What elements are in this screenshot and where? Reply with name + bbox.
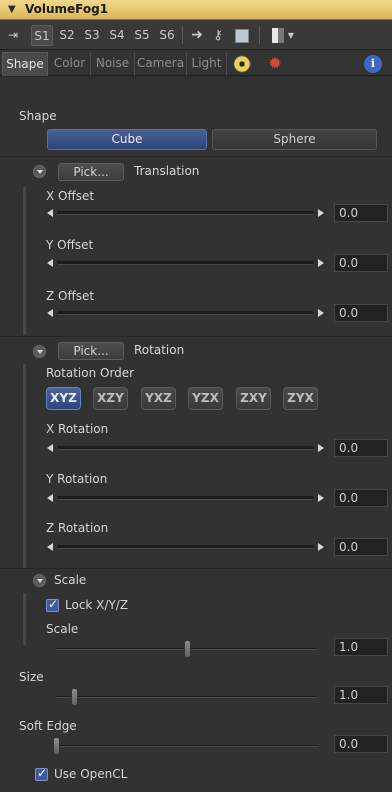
arrow-right-icon[interactable] [318,543,324,551]
size-slider[interactable] [56,688,318,706]
y-rotation-value-field[interactable]: 0.0 [334,489,388,507]
scale-slider[interactable] [56,640,318,658]
rotation-header: Rotation [134,343,185,357]
rotation-order-zxy-button[interactable]: ZXY [236,387,271,410]
tab-light[interactable]: Light [187,52,227,76]
lock-xyz-checkbox[interactable] [46,597,59,612]
slot-s4-button[interactable]: S4 [106,25,128,46]
key-icon[interactable]: ⚷ [208,25,228,46]
y-offset-value-field[interactable]: 0.0 [334,254,388,272]
translation-header: Translation [134,164,200,178]
scale-slider-handle[interactable] [184,640,191,658]
scale-header: Scale [54,573,87,587]
apply-arrow-icon[interactable]: ➜ [188,25,206,46]
rotation-order-xyz-button[interactable]: XYZ [46,387,81,410]
z-rotation-value-field[interactable]: 0.0 [334,538,388,556]
group-bar [23,364,26,568]
arrow-right-icon[interactable] [318,444,324,452]
rotation-order-label: Rotation Order [46,366,135,380]
rotation-collapse-icon[interactable] [33,345,46,358]
divider [0,336,392,337]
toolbar-divider [182,26,183,44]
use-opencl-label: Use OpenCL [54,767,128,781]
x-offset-value-field[interactable]: 0.0 [334,204,388,222]
z-offset-value-field[interactable]: 0.0 [334,304,388,322]
arrow-left-icon[interactable] [47,209,53,217]
x-rotation-slider[interactable] [47,444,324,452]
slot-s1-button[interactable]: S1 [31,25,53,46]
size-value-field[interactable]: 1.0 [334,686,388,704]
z-rotation-slider[interactable] [47,543,324,551]
arrow-left-icon[interactable] [47,494,53,502]
toolbar: ⇥ S1 S2 S3 S4 S5 S6 ➜ ⚷ ▾ [0,20,392,50]
lock-xyz-label: Lock X/Y/Z [65,598,129,612]
shape-label: Shape [19,109,57,123]
x-rotation-value-field[interactable]: 0.0 [334,439,388,457]
tab-color[interactable]: Color [49,52,91,76]
tab-camera[interactable]: Camera [135,52,187,76]
rotation-order-zyx-button[interactable]: ZYX [283,387,318,410]
info-icon[interactable]: i [364,55,382,73]
scale-collapse-icon[interactable] [33,574,46,587]
view-toggle-icon[interactable]: ▾ [268,25,298,46]
arrow-right-icon[interactable] [318,309,324,317]
x-offset-label: X Offset [46,189,95,203]
divider [0,156,392,157]
cube-button[interactable]: Cube [47,129,207,150]
y-offset-label: Y Offset [46,238,94,252]
toolbar-divider [259,26,260,44]
translation-collapse-icon[interactable] [33,165,46,178]
radioactive-tab-icon[interactable] [233,55,251,73]
rotation-order-yzx-button[interactable]: YZX [188,387,223,410]
slot-s2-button[interactable]: S2 [56,25,78,46]
node-title-bar[interactable]: ▼ VolumeFog1 [0,0,392,20]
y-rotation-slider[interactable] [47,494,324,502]
scale-label: Scale [46,622,79,636]
arrow-right-icon[interactable] [318,209,324,217]
rotation-pick-button[interactable]: Pick... [58,342,124,360]
scale-value-field[interactable]: 1.0 [334,638,388,656]
slot-s5-button[interactable]: S5 [131,25,153,46]
gear-tab-icon[interactable]: ✹ [264,54,286,74]
group-bar [23,593,26,645]
arrow-left-icon[interactable] [47,309,53,317]
z-offset-slider[interactable] [47,309,324,317]
divider [0,568,392,569]
pin-icon[interactable]: ⇥ [4,25,22,46]
translation-pick-button[interactable]: Pick... [58,163,124,181]
x-rotation-label: X Rotation [46,422,109,436]
slot-s3-button[interactable]: S3 [81,25,103,46]
size-label: Size [19,670,44,684]
node-title: VolumeFog1 [25,2,109,16]
soft-edge-slider[interactable] [53,737,318,755]
arrow-left-icon[interactable] [47,259,53,267]
tab-shape[interactable]: Shape [2,52,48,76]
arrow-right-icon[interactable] [318,494,324,502]
rotation-order-xzy-button[interactable]: XZY [93,387,128,410]
arrow-left-icon[interactable] [47,444,53,452]
save-icon[interactable] [233,25,251,46]
z-offset-label: Z Offset [46,289,95,303]
arrow-right-icon[interactable] [318,259,324,267]
collapse-arrow-icon[interactable]: ▼ [8,4,16,15]
slot-s6-button[interactable]: S6 [156,25,178,46]
x-offset-slider[interactable] [47,209,324,217]
size-slider-handle[interactable] [71,688,79,706]
use-opencl-checkbox[interactable] [35,766,48,781]
arrow-left-icon[interactable] [47,543,53,551]
tab-noise[interactable]: Noise [91,52,135,76]
y-rotation-label: Y Rotation [46,472,108,486]
soft-edge-label: Soft Edge [19,719,77,733]
tab-bar: Shape Color Noise Camera Light ✹ i [0,50,392,76]
y-offset-slider[interactable] [47,259,324,267]
soft-edge-value-field[interactable]: 0.0 [334,735,388,753]
sphere-button[interactable]: Sphere [212,129,377,150]
z-rotation-label: Z Rotation [46,521,109,535]
group-bar [23,187,26,335]
soft-edge-slider-handle[interactable] [53,737,60,755]
rotation-order-yxz-button[interactable]: YXZ [141,387,176,410]
